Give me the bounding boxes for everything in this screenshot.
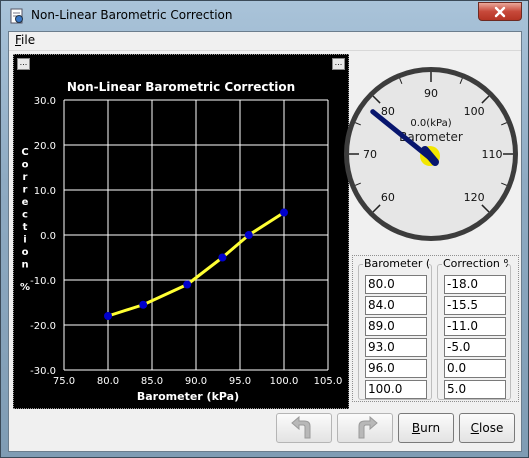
title-bar[interactable]: Non-Linear Barometric Correction — [1, 1, 528, 31]
close-mnemonic: C — [470, 421, 480, 435]
barometer-value-cell[interactable]: 96.0 — [365, 359, 427, 378]
x-tick-label: 80.0 — [97, 376, 119, 387]
correction-value-cell[interactable]: 5.0 — [444, 380, 506, 399]
barometer-value-cell[interactable]: 84.0 — [365, 296, 427, 315]
dialog-client-area: File ... ... Non-Linear Barometric Corre… — [8, 31, 522, 452]
y-tick-label: 0.0 — [40, 231, 56, 242]
y-axis-unit: % — [20, 282, 30, 293]
correction-value-cell[interactable]: -15.5 — [444, 296, 506, 315]
data-point[interactable] — [244, 231, 253, 239]
y-axis-label-letter: o — [22, 160, 29, 171]
close-icon — [494, 6, 506, 17]
data-point[interactable] — [139, 300, 148, 309]
correction-value-cell[interactable]: 0.0 — [444, 359, 506, 378]
y-tick-label: -20.0 — [30, 321, 56, 332]
y-tick-label: -10.0 — [30, 276, 56, 287]
correction-column-header: Correction % — [442, 257, 508, 270]
y-tick-label: 20.0 — [34, 141, 56, 152]
y-axis-label-letter: t — [23, 222, 28, 233]
barometer-gauge: 60 70 80 90 100 110 120 0.0(kPa) Barometer — [343, 66, 519, 242]
correction-value-cell[interactable]: -5.0 — [444, 338, 506, 357]
barometer-value-cell[interactable]: 80.0 — [365, 275, 427, 294]
gauge-tick-label: 90 — [424, 87, 438, 100]
y-tick-label: -30.0 — [30, 366, 56, 377]
y-axis-label-letter: c — [22, 210, 28, 221]
close-label: lose — [479, 421, 504, 435]
y-axis-label-letter: r — [23, 172, 28, 183]
gauge-value-readout: 0.0(kPa) — [410, 118, 451, 129]
window-close-button[interactable] — [478, 2, 522, 21]
gauge-tick-label: 60 — [381, 191, 395, 204]
data-point[interactable] — [280, 208, 288, 217]
y-axis-label-letter: r — [23, 185, 28, 196]
x-tick-label: 85.0 — [141, 376, 163, 387]
menu-file-label: ile — [21, 33, 36, 47]
close-button[interactable]: Close — [459, 413, 515, 443]
window-title: Non-Linear Barometric Correction — [31, 8, 233, 22]
x-tick-label: 100.0 — [270, 376, 299, 387]
redo-button[interactable] — [337, 413, 393, 443]
data-point[interactable] — [183, 280, 192, 289]
barometer-column-header: Barometer (kPa) — [363, 257, 429, 270]
barometer-value-cell[interactable]: 89.0 — [365, 317, 427, 336]
correction-value-cell[interactable]: -11.0 — [444, 317, 506, 336]
y-axis-label-letter: i — [23, 235, 26, 246]
x-tick-label: 105.0 — [314, 376, 343, 387]
y-tick-label: 30.0 — [34, 96, 56, 107]
data-point[interactable] — [218, 253, 227, 262]
chart-title: Non-Linear Barometric Correction — [67, 80, 295, 94]
undo-button[interactable] — [276, 413, 332, 443]
barometer-column: Barometer (kPa) 80.0 84.0 89.0 93.0 96.0 100.… — [358, 257, 432, 400]
menu-bar: File — [9, 32, 521, 51]
correction-value-cell[interactable]: -18.0 — [444, 275, 506, 294]
x-tick-label: 95.0 — [229, 376, 251, 387]
correction-table: Barometer (kPa) 80.0 84.0 89.0 93.0 96.0 100.… — [352, 255, 519, 402]
burn-mnemonic: B — [411, 421, 421, 435]
y-axis-label-letter: C — [21, 147, 28, 158]
dialog-window: Non-Linear Barometric Correction File ..… — [0, 0, 529, 458]
gauge-canvas: 607080901001101200.0(kPa)Barometer — [344, 67, 518, 241]
y-axis-label-letter: n — [21, 260, 28, 271]
undo-arrow-icon — [291, 416, 311, 439]
burn-label: urn — [420, 421, 441, 435]
burn-button[interactable]: Burn — [398, 413, 454, 443]
data-point[interactable] — [104, 312, 112, 320]
barometer-value-cell[interactable]: 100.0 — [365, 380, 427, 399]
chart-canvas[interactable]: Non-Linear Barometric Correction 75.0 80.0… — [14, 55, 348, 408]
y-axis-label-letter: e — [22, 197, 29, 208]
x-axis-label: Barometer (kPa) — [137, 390, 239, 403]
correction-chart[interactable]: ... ... Non-Linear Barometric Correction… — [13, 54, 349, 409]
barometer-value-cell[interactable]: 93.0 — [365, 338, 427, 357]
gauge-tick-label: 110 — [482, 148, 503, 161]
gauge-tick-label: 120 — [464, 191, 485, 204]
menu-file[interactable]: File — [13, 33, 37, 47]
redo-arrow-icon — [358, 416, 378, 439]
correction-column: Correction % -18.0 -15.5 -11.0 -5.0 0.0 5.0 — [437, 257, 511, 400]
y-axis-label-letter: o — [22, 247, 29, 258]
gauge-tick-label: 100 — [464, 105, 485, 118]
gauge-tick-label: 70 — [363, 148, 377, 161]
gauge-tick-label: 80 — [381, 105, 395, 118]
y-tick-label: 10.0 — [34, 186, 56, 197]
x-tick-label: 90.0 — [185, 376, 207, 387]
x-tick-label: 75.0 — [53, 376, 75, 387]
app-icon — [9, 8, 25, 24]
